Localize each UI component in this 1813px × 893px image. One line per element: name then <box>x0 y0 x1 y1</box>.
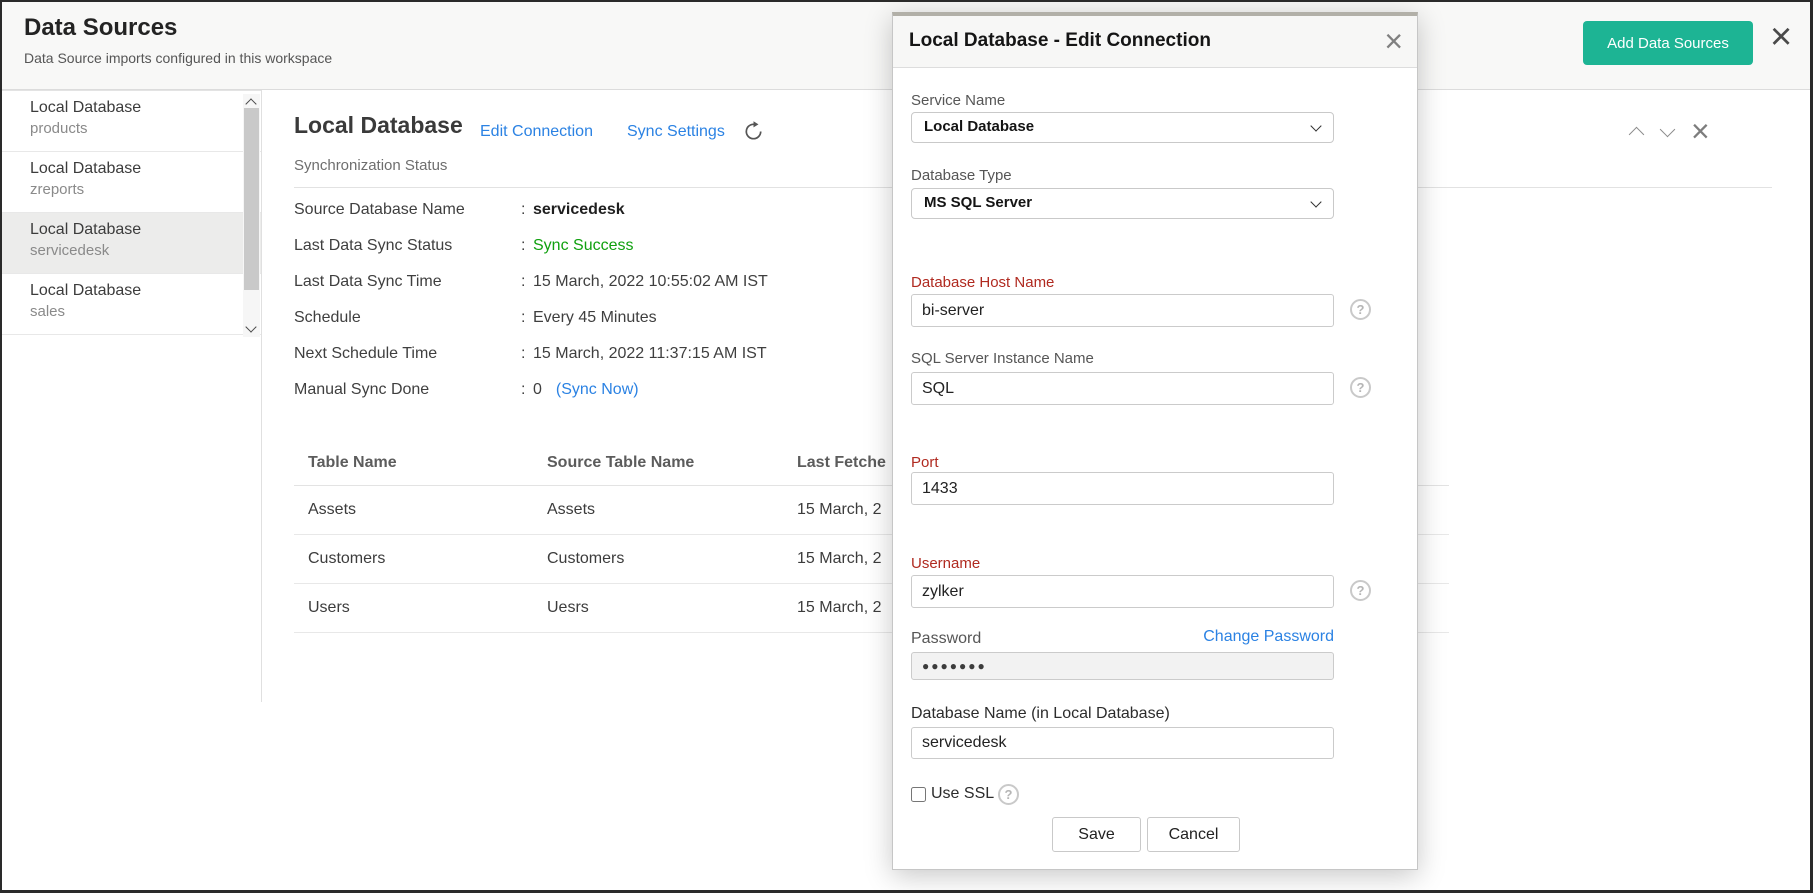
database-type-label: Database Type <box>911 167 1012 184</box>
username-input[interactable] <box>911 575 1334 608</box>
detail-colon: : <box>521 235 533 257</box>
datasource-heading: Local Database <box>294 112 463 139</box>
use-ssl-checkbox[interactable] <box>911 787 926 802</box>
cell-table-name: Users <box>294 584 533 633</box>
col-table-name: Table Name <box>294 442 533 486</box>
detail-colon: : <box>521 307 533 329</box>
sidebar-item-sales[interactable]: Local Database sales <box>2 274 261 335</box>
database-name-label: Database Name (in Local Database) <box>911 705 1170 723</box>
page-subtitle: Data Source imports configured in this w… <box>24 50 332 66</box>
detail-label: Source Database Name <box>294 199 521 221</box>
cell-source-table-name: Uesrs <box>533 584 783 633</box>
modal-close-icon[interactable]: × <box>1384 22 1403 60</box>
instance-help-icon[interactable]: ? <box>1350 377 1371 398</box>
sidebar-divider <box>261 90 262 702</box>
modal-title: Local Database - Edit Connection <box>909 30 1211 52</box>
sidebar-item-title: Local Database <box>30 99 261 117</box>
page-close-icon[interactable]: × <box>1770 18 1792 56</box>
sidebar-item-subtitle: servicedesk <box>30 242 261 259</box>
detail-label: Schedule <box>294 307 521 329</box>
detail-label: Last Data Sync Status <box>294 235 521 257</box>
sidebar-item-zreports[interactable]: Local Database zreports <box>2 152 261 213</box>
next-datasource-icon[interactable] <box>1660 122 1676 138</box>
detail-colon: : <box>521 271 533 293</box>
sync-status-details: Source Database Name:servicedesk Last Da… <box>294 199 768 415</box>
sidebar-item-title: Local Database <box>30 160 261 178</box>
edit-connection-modal: Local Database - Edit Connection × Servi… <box>892 12 1418 870</box>
detail-value: Every 45 Minutes <box>533 309 657 326</box>
chevron-down-icon <box>1310 120 1321 131</box>
detail-last-sync-time: Last Data Sync Time:15 March, 2022 10:55… <box>294 271 768 293</box>
database-type-select[interactable]: MS SQL Server <box>911 188 1334 219</box>
sidebar-item-products[interactable]: Local Database products <box>2 91 261 152</box>
detail-next-schedule-time: Next Schedule Time:15 March, 2022 11:37:… <box>294 343 768 365</box>
sidebar-item-title: Local Database <box>30 282 261 300</box>
pane-controls: × <box>1629 119 1724 145</box>
add-data-sources-button[interactable]: Add Data Sources <box>1583 21 1753 65</box>
use-ssl-label: Use SSL <box>931 785 994 803</box>
detail-value: 0 <box>533 381 542 398</box>
sync-settings-link[interactable]: Sync Settings <box>627 123 725 141</box>
pane-close-icon[interactable]: × <box>1691 112 1710 150</box>
detail-source-database-name: Source Database Name:servicedesk <box>294 199 768 221</box>
sidebar-item-subtitle: products <box>30 120 261 137</box>
service-name-label: Service Name <box>911 92 1005 109</box>
sidebar-item-servicedesk[interactable]: Local Database servicedesk <box>2 213 261 274</box>
cancel-button[interactable]: Cancel <box>1147 817 1240 852</box>
sidebar-item-subtitle: sales <box>30 303 261 320</box>
service-name-select[interactable]: Local Database <box>911 112 1334 143</box>
database-host-name-label: Database Host Name <box>911 274 1054 291</box>
cell-source-table-name: Assets <box>533 486 783 535</box>
col-source-table-name: Source Table Name <box>533 442 783 486</box>
save-button[interactable]: Save <box>1052 817 1141 852</box>
sync-status-section-label: Synchronization Status <box>294 157 447 174</box>
detail-colon: : <box>521 379 533 401</box>
username-label: Username <box>911 555 980 572</box>
sync-now-link[interactable]: (Sync Now) <box>556 381 639 398</box>
previous-datasource-icon[interactable] <box>1629 127 1645 143</box>
sidebar-item-title: Local Database <box>30 221 261 239</box>
port-label: Port <box>911 454 939 471</box>
detail-manual-sync-done: Manual Sync Done:0 (Sync Now) <box>294 379 768 401</box>
chevron-down-icon <box>1310 196 1321 207</box>
detail-label: Next Schedule Time <box>294 343 521 365</box>
detail-colon: : <box>521 199 533 221</box>
data-sources-page: Data Sources Data Source imports configu… <box>0 0 1813 893</box>
scroll-down-icon[interactable] <box>245 321 256 332</box>
cell-source-table-name: Customers <box>533 535 783 584</box>
detail-label: Last Data Sync Time <box>294 271 521 293</box>
host-help-icon[interactable]: ? <box>1350 299 1371 320</box>
password-input[interactable] <box>911 652 1334 680</box>
detail-value: 15 March, 2022 11:37:15 AM IST <box>533 345 767 362</box>
sql-instance-name-label: SQL Server Instance Name <box>911 350 1094 367</box>
datasource-list: Local Database products Local Database z… <box>2 90 261 335</box>
sql-instance-name-input[interactable] <box>911 372 1334 405</box>
sidebar-scrollbar[interactable] <box>243 94 260 337</box>
service-name-selected-value: Local Database <box>924 118 1034 135</box>
page-title: Data Sources <box>24 14 177 42</box>
scrollbar-thumb[interactable] <box>244 108 259 290</box>
detail-last-sync-status: Last Data Sync Status:Sync Success <box>294 235 768 257</box>
cell-table-name: Customers <box>294 535 533 584</box>
change-password-link[interactable]: Change Password <box>1203 628 1334 646</box>
cell-table-name: Assets <box>294 486 533 535</box>
database-host-name-input[interactable] <box>911 294 1334 327</box>
detail-colon: : <box>521 343 533 365</box>
password-label: Password <box>911 630 981 648</box>
detail-label: Manual Sync Done <box>294 379 521 401</box>
modal-header: Local Database - Edit Connection × <box>893 16 1417 68</box>
database-type-selected-value: MS SQL Server <box>924 194 1032 211</box>
sync-status-value: Sync Success <box>533 237 633 254</box>
refresh-icon[interactable] <box>742 120 765 148</box>
detail-value: servicedesk <box>533 201 625 218</box>
ssl-help-icon[interactable]: ? <box>998 784 1019 805</box>
detail-value: 15 March, 2022 10:55:02 AM IST <box>533 273 768 290</box>
sidebar-item-subtitle: zreports <box>30 181 261 198</box>
edit-connection-link[interactable]: Edit Connection <box>480 123 593 141</box>
username-help-icon[interactable]: ? <box>1350 580 1371 601</box>
port-input[interactable] <box>911 472 1334 505</box>
detail-schedule: Schedule:Every 45 Minutes <box>294 307 768 329</box>
database-name-input[interactable] <box>911 727 1334 759</box>
